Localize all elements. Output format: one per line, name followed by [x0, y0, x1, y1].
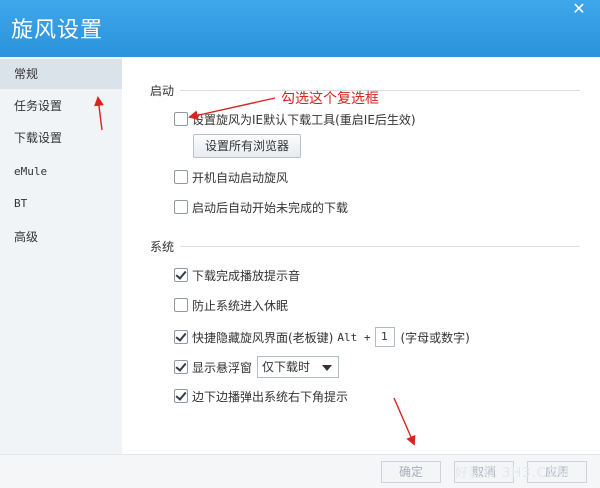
autostart-checkbox[interactable]: [174, 170, 188, 184]
sidebar-item-general[interactable]: 常规: [0, 59, 122, 89]
set-default-row: 设置旋风为IE默认下载工具(重启IE后生效): [174, 110, 416, 128]
sound-checkbox[interactable]: [174, 268, 188, 282]
system-section-label: 系统: [150, 240, 175, 254]
float-window-checkbox[interactable]: [174, 360, 188, 374]
ok-button[interactable]: 确定: [381, 461, 441, 483]
sidebar-item-bt[interactable]: BT: [0, 189, 122, 219]
system-divider: [180, 246, 580, 247]
sidebar-item-advanced[interactable]: 高级: [0, 222, 122, 252]
hotkey-hint: (字母或数字): [400, 330, 470, 345]
window-title: 旋风设置: [11, 18, 104, 43]
resume-row: 启动后自动开始未完成的下载: [174, 198, 348, 216]
set-default-checkbox[interactable]: [174, 112, 188, 126]
close-icon[interactable]: ✕: [568, 0, 590, 20]
autostart-label: 开机自动启动旋风: [192, 170, 289, 185]
sidebar-item-download-settings[interactable]: 下载设置: [0, 123, 122, 153]
float-window-label: 显示悬浮窗: [192, 360, 253, 375]
boss-key-row: 快捷隐藏旋风界面(老板键) Alt + 1 (字母或数字): [174, 325, 470, 349]
startup-section-label: 启动: [150, 84, 175, 98]
sidebar-item-task-settings[interactable]: 任务设置: [0, 91, 122, 121]
set-default-label: 设置旋风为IE默认下载工具(重启IE后生效): [192, 112, 416, 127]
sound-label: 下载完成播放提示音: [192, 268, 301, 283]
autostart-row: 开机自动启动旋风: [174, 168, 288, 186]
float-window-row: 显示悬浮窗 仅下载时: [174, 355, 340, 379]
title-bar: 旋风设置 ✕: [0, 0, 600, 57]
popup-row: 边下边播弹出系统右下角提示: [174, 387, 348, 405]
boss-key-checkbox[interactable]: [174, 330, 188, 344]
sidebar-item-emule[interactable]: eMule: [0, 157, 122, 187]
prevent-sleep-label: 防止系统进入休眠: [192, 298, 289, 313]
float-window-select-value: 仅下载时: [262, 360, 311, 374]
hotkey-prefix: Alt +: [337, 330, 371, 344]
popup-tip-checkbox[interactable]: [174, 389, 188, 403]
annotation-text: 勾选这个复选框: [281, 91, 379, 107]
settings-panel: 启动 设置旋风为IE默认下载工具(重启IE后生效) 设置所有浏览器 开机自动启动…: [122, 57, 600, 454]
boss-key-label: 快捷隐藏旋风界面(老板键): [192, 330, 334, 345]
startup-divider: [180, 90, 580, 91]
float-window-select[interactable]: 仅下载时: [257, 356, 340, 378]
resume-label: 启动后自动开始未完成的下载: [192, 200, 349, 215]
popup-tip-label: 边下边播弹出系统右下角提示: [192, 389, 349, 404]
sound-row: 下载完成播放提示音: [174, 266, 300, 284]
chevron-down-icon: [322, 365, 333, 371]
sleep-row: 防止系统进入休眠: [174, 296, 288, 314]
watermark: 好装机 3H3.COM: [455, 466, 571, 481]
prevent-sleep-checkbox[interactable]: [174, 298, 188, 312]
hotkey-input[interactable]: 1: [374, 327, 395, 347]
sidebar: 常规 任务设置 下载设置 eMule BT 高级: [0, 57, 122, 454]
set-all-browsers-button[interactable]: 设置所有浏览器: [193, 134, 301, 158]
resume-checkbox[interactable]: [174, 200, 188, 214]
